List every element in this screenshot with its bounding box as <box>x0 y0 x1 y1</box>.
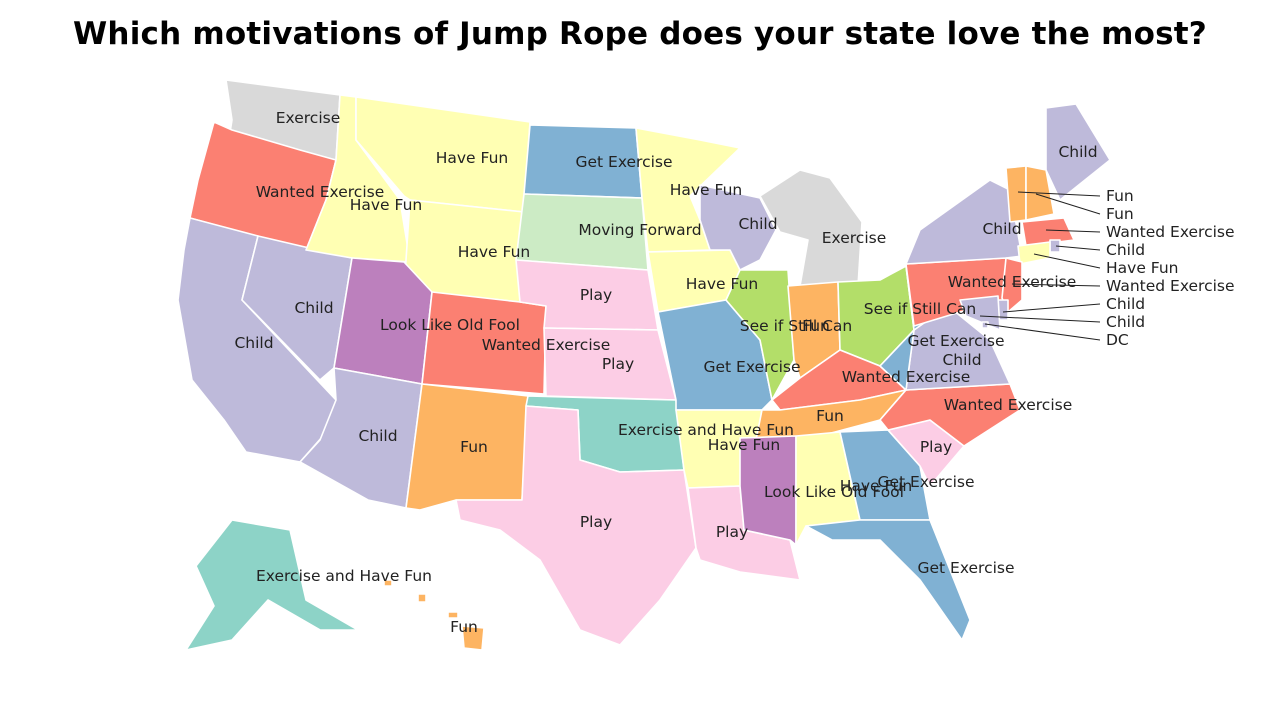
state-label-tn: Fun <box>816 407 844 425</box>
state-label-ny: Child <box>982 220 1021 238</box>
state-label-co: Wanted Exercise <box>482 336 611 354</box>
state-ct <box>1017 241 1051 265</box>
state-label-ne: Play <box>580 286 612 304</box>
state-label-de: Child <box>1106 295 1145 313</box>
us-state-map: ExerciseWanted ExerciseChildChildHave Fu… <box>177 79 1235 651</box>
state-label-nh: Fun <box>1106 205 1134 223</box>
state-label-ma: Wanted Exercise <box>1106 223 1235 241</box>
state-label-wy: Have Fun <box>458 243 531 261</box>
state-label-ky: Wanted Exercise <box>842 368 971 386</box>
state-label-mo: Get Exercise <box>703 358 800 376</box>
state-ak <box>185 519 359 651</box>
state-label-az: Child <box>358 427 397 445</box>
leader-line-ct <box>1033 253 1101 269</box>
state-label-id: Have Fun <box>350 196 423 214</box>
state-label-md: Child <box>1106 313 1145 331</box>
state-label-ca: Child <box>234 334 273 352</box>
state-label-wv: Get Exercise <box>907 332 1004 350</box>
state-label-va: Child <box>942 351 981 369</box>
leader-line-ri <box>1055 245 1101 251</box>
state-label-hi: Fun <box>450 618 478 636</box>
state-label-nm: Fun <box>460 438 488 456</box>
state-label-ga: Get Exercise <box>877 473 974 491</box>
state-label-ia: Have Fun <box>686 275 759 293</box>
state-label-ak: Exercise and Have Fun <box>256 567 432 585</box>
state-label-sd: Moving Forward <box>578 221 701 239</box>
state-vt <box>1005 165 1027 223</box>
state-label-ut: Look Like Old Fool <box>380 316 520 334</box>
state-label-il: See if Still Can <box>740 317 852 335</box>
state-label-in: Fun <box>802 317 830 335</box>
state-label-mi: Exercise <box>822 229 887 247</box>
state-label-ar: Have Fun <box>708 436 781 454</box>
state-label-nj: Wanted Exercise <box>1106 277 1235 295</box>
state-label-sc: Play <box>920 438 952 456</box>
state-label-dc: DC <box>1106 331 1129 349</box>
state-label-ri: Child <box>1106 241 1145 259</box>
leader-line-de <box>1002 303 1101 313</box>
state-fl <box>805 519 971 641</box>
state-label-oh: See if Still Can <box>864 300 976 318</box>
state-label-pa: Wanted Exercise <box>948 273 1077 291</box>
state-label-nv: Child <box>294 299 333 317</box>
state-label-mn: Have Fun <box>670 181 743 199</box>
state-label-me: Child <box>1058 143 1097 161</box>
state-label-ct: Have Fun <box>1106 259 1179 277</box>
state-label-wi: Child <box>738 215 777 233</box>
state-label-nc: Wanted Exercise <box>944 396 1073 414</box>
state-label-tx: Play <box>580 513 612 531</box>
state-hi <box>383 579 485 651</box>
state-label-vt: Fun <box>1106 187 1134 205</box>
state-label-fl: Get Exercise <box>917 559 1014 577</box>
state-dc <box>981 321 989 329</box>
state-label-nd: Get Exercise <box>575 153 672 171</box>
state-label-mt: Have Fun <box>436 149 509 167</box>
state-label-la: Play <box>716 523 748 541</box>
state-label-ks: Play <box>602 355 634 373</box>
state-label-wa: Exercise <box>276 109 341 127</box>
